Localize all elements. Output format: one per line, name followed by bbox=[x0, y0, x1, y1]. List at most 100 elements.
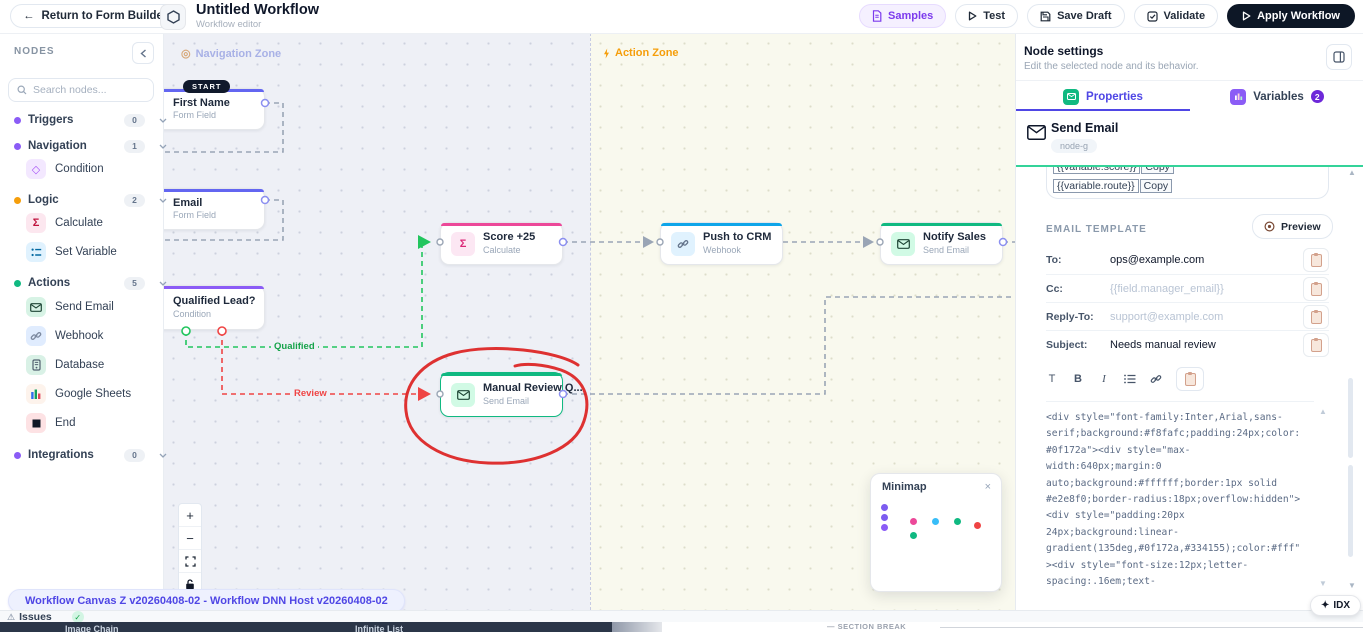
validate-button[interactable]: Validate bbox=[1134, 4, 1219, 28]
panel-toggle-button[interactable] bbox=[1326, 44, 1352, 70]
link-button[interactable] bbox=[1150, 373, 1162, 385]
field-label: Cc: bbox=[1046, 283, 1110, 295]
envelope-icon bbox=[451, 383, 475, 407]
save-draft-button[interactable]: Save Draft bbox=[1027, 4, 1124, 28]
copy-button[interactable]: Copy bbox=[1140, 179, 1173, 193]
sidebar-item-database[interactable]: Database bbox=[0, 355, 189, 375]
sidebar-item-send-email[interactable]: Send Email bbox=[0, 297, 189, 317]
sidebar-collapse-button[interactable] bbox=[132, 42, 154, 64]
nodes-sidebar: NODES Search nodes... Triggers 0 Navigat… bbox=[0, 33, 164, 610]
search-icon bbox=[17, 85, 27, 95]
panel-scroll-down-icon[interactable]: ▼ bbox=[1348, 581, 1356, 590]
node-subtitle: Send Email bbox=[483, 396, 583, 407]
apply-workflow-button[interactable]: Apply Workflow bbox=[1227, 4, 1355, 28]
variables-icon bbox=[1230, 89, 1246, 105]
chevron-down-icon bbox=[159, 453, 167, 458]
page-rule bbox=[940, 627, 1363, 628]
minimap-panel[interactable]: Minimap × bbox=[870, 473, 1002, 592]
idx-button[interactable]: ✦ IDX bbox=[1310, 595, 1361, 616]
navigation-zone-label: ◎ Navigation Zone bbox=[181, 47, 281, 60]
category-count-badge: 0 bbox=[124, 114, 145, 127]
scroll-up-icon[interactable]: ▲ bbox=[1319, 407, 1327, 416]
sidebar-category-triggers[interactable]: Triggers 0 bbox=[0, 110, 177, 130]
minimap-node-dot bbox=[881, 504, 888, 511]
item-label: Database bbox=[55, 359, 104, 371]
sidebar-item-google-sheets[interactable]: Google Sheets bbox=[0, 384, 189, 404]
sidebar-item-condition[interactable]: ◇ Condition bbox=[0, 159, 189, 179]
dock-tab[interactable]: Infinite List bbox=[355, 624, 403, 632]
clipboard-button[interactable] bbox=[1303, 333, 1329, 357]
html-code-editor[interactable]: <div style="font-family:Inter,Arial,sans… bbox=[1046, 401, 1314, 610]
selected-node-title: Send Email bbox=[1051, 121, 1118, 135]
node-push-to-crm[interactable]: Push to CRM Webhook bbox=[660, 222, 783, 265]
category-count-badge: 0 bbox=[124, 449, 145, 462]
item-label: Condition bbox=[55, 163, 104, 175]
tab-variables[interactable]: Variables 2 bbox=[1190, 81, 1363, 112]
node-manual-review[interactable]: Manual Review Q... Send Email bbox=[440, 372, 563, 417]
close-icon[interactable]: × bbox=[985, 481, 991, 493]
variable-token: {{variable.score}} bbox=[1053, 167, 1140, 174]
field-label: To: bbox=[1046, 254, 1110, 266]
category-label: Logic bbox=[28, 194, 59, 206]
set-variable-icon bbox=[26, 242, 46, 262]
sidebar-category-logic[interactable]: Logic 2 bbox=[0, 190, 177, 210]
underlying-page-strip: Image Chain Infinite List — SECTION BREA… bbox=[0, 622, 1363, 632]
clipboard-button[interactable] bbox=[1303, 277, 1329, 301]
test-button[interactable]: Test bbox=[955, 4, 1018, 28]
node-first-name[interactable]: First Name Form Field bbox=[163, 88, 265, 130]
sidebar-category-actions[interactable]: Actions 5 bbox=[0, 273, 177, 293]
insert-template-button[interactable] bbox=[1176, 367, 1204, 391]
minimap-node-dot bbox=[932, 518, 939, 525]
samples-button[interactable]: Samples bbox=[859, 4, 946, 28]
panel-scrollbar-thumb[interactable] bbox=[1348, 378, 1353, 458]
section-break-label: — SECTION BREAK bbox=[827, 622, 906, 631]
variables-count-badge: 2 bbox=[1311, 90, 1324, 103]
minimap-title: Minimap bbox=[882, 481, 927, 493]
preview-icon bbox=[1264, 221, 1275, 232]
scroll-down-icon[interactable]: ▼ bbox=[1319, 579, 1327, 588]
fit-view-button[interactable] bbox=[179, 550, 201, 573]
envelope-icon bbox=[1027, 125, 1046, 140]
sidebar-category-integrations[interactable]: Integrations 0 bbox=[0, 445, 177, 465]
sidebar-category-navigation[interactable]: Navigation 1 bbox=[0, 136, 177, 156]
chevron-down-icon bbox=[159, 281, 167, 286]
minimap-node-dot bbox=[910, 518, 917, 525]
bold-button[interactable]: B bbox=[1072, 373, 1084, 385]
panel-scroll-area[interactable]: {{variable.score}}Copy {{variable.route}… bbox=[1016, 167, 1363, 610]
search-placeholder: Search nodes... bbox=[33, 84, 107, 96]
node-score[interactable]: Σ Score +25 Calculate bbox=[440, 222, 563, 265]
copy-button[interactable]: Copy bbox=[1141, 167, 1174, 174]
sidebar-item-set-variable[interactable]: Set Variable bbox=[0, 242, 189, 262]
action-zone-label: Action Zone bbox=[603, 47, 679, 59]
italic-button[interactable]: I bbox=[1098, 373, 1110, 385]
email-field-to[interactable]: To: ops@example.com bbox=[1046, 246, 1329, 274]
node-notify-sales[interactable]: Notify Sales Send Email bbox=[880, 222, 1003, 265]
variable-row: {{variable.score}}Copy bbox=[1053, 167, 1328, 175]
variable-token: {{variable.route}} bbox=[1053, 179, 1139, 193]
selected-node-id: node-g bbox=[1051, 139, 1097, 153]
item-label: Set Variable bbox=[55, 246, 117, 258]
sidebar-item-webhook[interactable]: Webhook bbox=[0, 326, 189, 346]
search-nodes-input[interactable]: Search nodes... bbox=[8, 78, 154, 102]
panel-scrollbar-thumb[interactable] bbox=[1348, 465, 1353, 557]
clipboard-button[interactable] bbox=[1303, 305, 1329, 329]
email-field-subject[interactable]: Subject: Needs manual review bbox=[1046, 330, 1329, 359]
clipboard-button[interactable] bbox=[1303, 248, 1329, 272]
return-to-form-builder-button[interactable]: ← Return to Form Builder bbox=[10, 4, 180, 28]
panel-scroll-up-icon[interactable]: ▲ bbox=[1348, 168, 1356, 177]
dock-tab[interactable]: Image Chain bbox=[65, 624, 119, 632]
text-format-button[interactable]: T bbox=[1046, 373, 1058, 385]
node-title: Score +25 bbox=[483, 231, 535, 245]
zoom-out-button[interactable]: − bbox=[179, 527, 201, 550]
list-button[interactable] bbox=[1124, 374, 1136, 384]
validate-label: Validate bbox=[1164, 10, 1206, 22]
sidebar-item-calculate[interactable]: Σ Calculate bbox=[0, 213, 189, 233]
email-field-reply-to[interactable]: Reply-To: support@example.com bbox=[1046, 302, 1329, 331]
preview-button[interactable]: Preview bbox=[1252, 214, 1333, 239]
tab-properties[interactable]: Properties bbox=[1016, 81, 1190, 112]
zoom-in-button[interactable]: + bbox=[179, 504, 201, 527]
sidebar-item-end[interactable]: End bbox=[0, 413, 189, 433]
minimap-node-dot bbox=[881, 514, 888, 521]
email-field-cc[interactable]: Cc: {{field.manager_email}} bbox=[1046, 274, 1329, 303]
node-subtitle: Form Field bbox=[173, 110, 230, 121]
